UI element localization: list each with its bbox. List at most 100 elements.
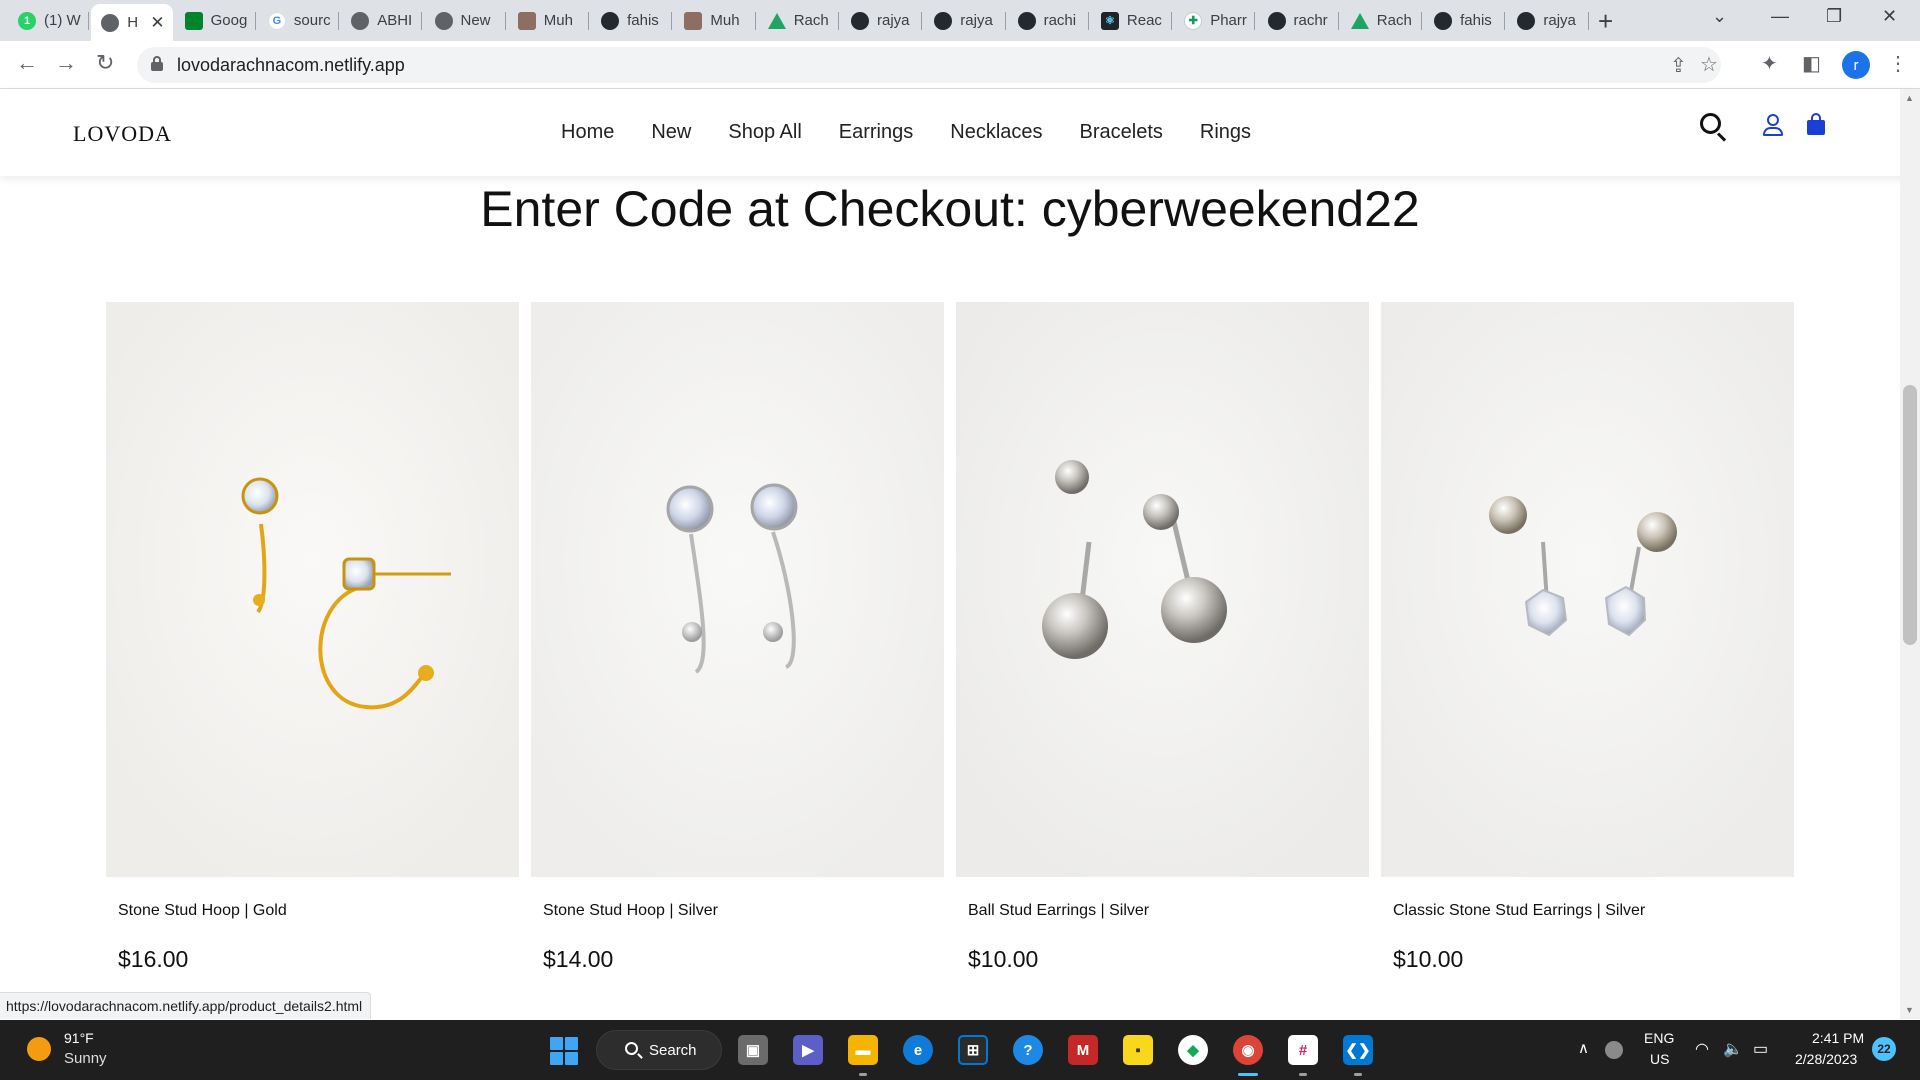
- product-image[interactable]: [106, 302, 519, 877]
- weather-condition[interactable]: Sunny: [64, 1050, 107, 1067]
- browser-tab[interactable]: Gsourc: [258, 5, 340, 36]
- clock-time[interactable]: 2:41 PM: [1812, 1030, 1864, 1046]
- nav-link-home[interactable]: Home: [561, 121, 614, 144]
- clock-date[interactable]: 2/28/2023: [1795, 1051, 1857, 1067]
- share-icon[interactable]: ⇪: [1670, 53, 1687, 78]
- product-name[interactable]: Classic Stone Stud Earrings | Silver: [1393, 902, 1645, 920]
- taskbar-search-button[interactable]: Search: [596, 1030, 722, 1070]
- mcafee-shield-icon[interactable]: M: [1068, 1035, 1098, 1065]
- tab-search-chevron-icon[interactable]: ⌄: [1712, 6, 1727, 27]
- product-card[interactable]: Stone Stud Hoop | Silver $14.00: [531, 302, 944, 972]
- weather-temperature[interactable]: 91°F: [64, 1030, 94, 1046]
- gold-stone-hoop-earring-image: [106, 302, 519, 877]
- product-name[interactable]: Stone Stud Hoop | Silver: [543, 902, 718, 920]
- browser-tab[interactable]: Rach: [1341, 5, 1423, 36]
- product-image[interactable]: [956, 302, 1369, 877]
- slack-icon[interactable]: #: [1288, 1035, 1318, 1065]
- nav-link-earrings[interactable]: Earrings: [839, 121, 913, 144]
- windows-start-icon[interactable]: [550, 1037, 578, 1065]
- notification-badge[interactable]: 22: [1872, 1037, 1896, 1061]
- bookmark-star-icon[interactable]: ☆: [1700, 52, 1718, 77]
- tab-separator: [1004, 12, 1006, 30]
- volume-icon[interactable]: 🔈: [1723, 1039, 1743, 1059]
- minimize-button[interactable]: —: [1771, 6, 1789, 27]
- promo-code-banner: Enter Code at Checkout: cyberweekend22: [480, 181, 1420, 237]
- browser-tab[interactable]: fahis: [1424, 5, 1506, 36]
- product-card[interactable]: Stone Stud Hoop | Gold $16.00: [106, 302, 519, 972]
- browser-tab[interactable]: Muh: [508, 5, 590, 36]
- url-text[interactable]: lovodarachnacom.netlify.app: [177, 55, 405, 76]
- nav-link-bracelets[interactable]: Bracelets: [1080, 121, 1163, 144]
- product-card[interactable]: Ball Stud Earrings | Silver $10.00: [956, 302, 1369, 972]
- product-image[interactable]: [531, 302, 944, 877]
- browser-tab[interactable]: rachi: [1008, 5, 1089, 36]
- shopping-bag-icon[interactable]: [1807, 113, 1825, 135]
- nav-link-necklaces[interactable]: Necklaces: [950, 121, 1042, 144]
- nav-link-new[interactable]: New: [651, 121, 691, 144]
- profile-avatar[interactable]: r: [1842, 51, 1870, 79]
- forward-button[interactable]: →: [55, 50, 77, 76]
- browser-tab[interactable]: rajya: [841, 5, 923, 36]
- whatsapp-icon: 1: [18, 11, 36, 30]
- browser-tab[interactable]: rajya: [924, 5, 1006, 36]
- tray-overflow-chevron-icon[interactable]: ∧: [1578, 1039, 1589, 1057]
- scrollbar-thumb[interactable]: [1903, 385, 1917, 645]
- browser-tab[interactable]: New: [425, 5, 506, 36]
- product-name[interactable]: Ball Stud Earrings | Silver: [968, 902, 1149, 920]
- product-card[interactable]: Classic Stone Stud Earrings | Silver $10…: [1381, 302, 1794, 972]
- new-tab-button[interactable]: +: [1598, 8, 1613, 34]
- reload-button[interactable]: ↻: [96, 50, 114, 76]
- chrome-browser-icon[interactable]: ◉: [1233, 1035, 1263, 1065]
- vscode-icon[interactable]: ❮❯: [1343, 1035, 1373, 1065]
- github-icon: [934, 11, 953, 30]
- battery-icon[interactable]: ▭: [1753, 1039, 1768, 1059]
- browser-tab[interactable]: rajya: [1507, 5, 1589, 36]
- extensions-puzzle-icon[interactable]: ✦: [1761, 51, 1778, 76]
- browser-tab[interactable]: Goog: [175, 5, 256, 36]
- sticky-notes-icon[interactable]: ▪: [1123, 1035, 1153, 1065]
- browser-tab[interactable]: rachr: [1258, 5, 1339, 36]
- help-icon[interactable]: ?: [1013, 1035, 1043, 1065]
- teams-chat-icon[interactable]: ▶: [793, 1035, 823, 1065]
- input-language[interactable]: ENG: [1644, 1030, 1674, 1046]
- browser-tab[interactable]: ABHI: [341, 5, 423, 36]
- scroll-down-arrow-icon[interactable]: ▼: [1905, 1005, 1914, 1015]
- menu-kebab-icon[interactable]: ⋮: [1888, 51, 1908, 76]
- product-name[interactable]: Stone Stud Hoop | Gold: [118, 902, 287, 920]
- mongodb-compass-icon[interactable]: ◆: [1178, 1035, 1208, 1065]
- file-explorer-icon[interactable]: ▬: [848, 1035, 878, 1065]
- tab-separator: [671, 12, 673, 30]
- site-logo[interactable]: LOVODA: [73, 121, 172, 147]
- browser-tab[interactable]: ✚ Pharr: [1174, 5, 1256, 36]
- browser-tab[interactable]: Muh: [674, 5, 756, 36]
- page-scrollbar[interactable]: ▲ ▼: [1900, 89, 1920, 1019]
- back-button[interactable]: ←: [16, 50, 38, 76]
- product-image[interactable]: [1381, 302, 1794, 877]
- nav-link-shop-all[interactable]: Shop All: [728, 121, 801, 144]
- search-icon[interactable]: [1700, 113, 1730, 143]
- sun-weather-icon[interactable]: [27, 1037, 51, 1061]
- close-window-button[interactable]: ✕: [1882, 6, 1897, 27]
- tab-separator: [754, 12, 756, 30]
- nav-link-rings[interactable]: Rings: [1200, 121, 1251, 144]
- task-view-icon[interactable]: ▣: [738, 1035, 768, 1065]
- close-tab-icon[interactable]: ✕: [150, 13, 164, 33]
- tab-active[interactable]: H ✕: [91, 4, 173, 41]
- side-panel-icon[interactable]: ◧: [1802, 51, 1821, 76]
- browser-tab[interactable]: fahis: [591, 5, 673, 36]
- running-indicator: [859, 1073, 867, 1076]
- edge-browser-icon[interactable]: e: [903, 1035, 933, 1065]
- account-icon[interactable]: [1762, 114, 1784, 138]
- browser-tab[interactable]: Rach: [758, 5, 839, 36]
- address-bar[interactable]: lovodarachnacom.netlify.app ⇪ ☆: [137, 47, 1721, 83]
- onedrive-status-icon[interactable]: [1605, 1041, 1623, 1059]
- wifi-icon[interactable]: ◠: [1695, 1039, 1709, 1059]
- tab-separator: [588, 12, 590, 30]
- browser-tab[interactable]: ⚛ Reac: [1091, 5, 1173, 36]
- restore-button[interactable]: ❐: [1826, 6, 1842, 27]
- microsoft-store-icon[interactable]: ⊞: [958, 1035, 988, 1065]
- browser-tab[interactable]: 1 (1) W: [8, 5, 90, 36]
- google-icon: G: [267, 11, 286, 30]
- input-region[interactable]: US: [1650, 1051, 1669, 1067]
- scroll-up-arrow-icon[interactable]: ▲: [1905, 93, 1914, 103]
